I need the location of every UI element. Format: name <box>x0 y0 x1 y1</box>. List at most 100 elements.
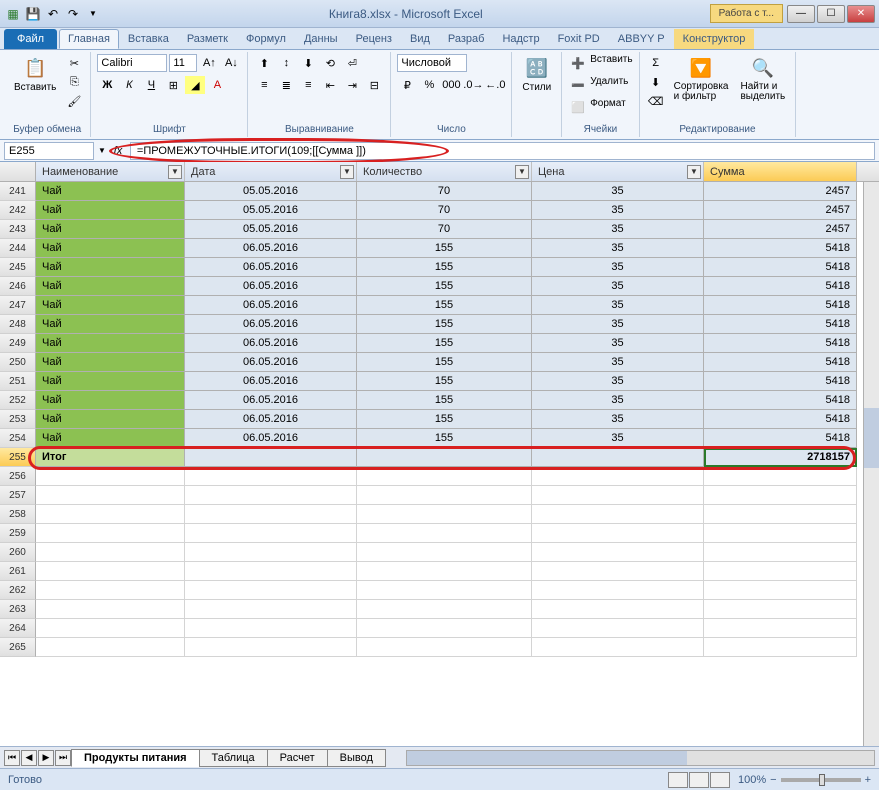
cell[interactable] <box>704 505 857 524</box>
cell-price[interactable]: 35 <box>532 429 704 448</box>
copy-icon[interactable]: ⎘ <box>64 73 84 91</box>
cell-date[interactable]: 05.05.2016 <box>185 182 357 201</box>
cell[interactable] <box>357 562 532 581</box>
cell[interactable] <box>185 543 357 562</box>
row-header[interactable]: 261 <box>0 562 36 581</box>
cell-qty[interactable]: 155 <box>357 315 532 334</box>
border-icon[interactable]: ⊞ <box>163 76 183 94</box>
cell[interactable] <box>185 486 357 505</box>
cell-price[interactable]: 35 <box>532 258 704 277</box>
format-painter-icon[interactable]: 🖌 <box>64 92 84 110</box>
cell-name[interactable]: Чай <box>36 353 185 372</box>
row-header[interactable]: 263 <box>0 600 36 619</box>
cell-name[interactable]: Чай <box>36 296 185 315</box>
cell-date[interactable]: 05.05.2016 <box>185 201 357 220</box>
cell[interactable] <box>185 600 357 619</box>
cell[interactable] <box>357 505 532 524</box>
formula-input[interactable]: =ПРОМЕЖУТОЧНЫЕ.ИТОГИ(109;[[Сумма ]]) <box>130 142 875 160</box>
cell-sum[interactable]: 5418 <box>704 239 857 258</box>
cell-sum[interactable]: 5418 <box>704 410 857 429</box>
cell-date[interactable]: 06.05.2016 <box>185 391 357 410</box>
row-header[interactable]: 248 <box>0 315 36 334</box>
cell[interactable] <box>185 448 357 467</box>
tab-dev[interactable]: Разраб <box>439 29 494 49</box>
tab-addins[interactable]: Надстр <box>493 29 548 49</box>
cell[interactable] <box>357 619 532 638</box>
tab-foxit[interactable]: Foxit PD <box>549 29 609 49</box>
find-select-button[interactable]: 🔍 Найти и выделить <box>736 54 789 104</box>
decrease-font-icon[interactable]: A↓ <box>221 54 241 72</box>
inc-decimal-icon[interactable]: .0→ <box>463 76 483 94</box>
cell[interactable] <box>36 467 185 486</box>
cell[interactable] <box>704 486 857 505</box>
spreadsheet-grid[interactable]: Наименование▼ Дата▼ Количество▼ Цена▼ Су… <box>0 162 879 746</box>
merge-icon[interactable]: ⊟ <box>364 76 384 94</box>
cell-name[interactable]: Чай <box>36 334 185 353</box>
undo-icon[interactable]: ↶ <box>44 5 62 23</box>
cell-sum[interactable]: 5418 <box>704 353 857 372</box>
filter-icon[interactable]: ▼ <box>515 165 529 179</box>
tab-insert[interactable]: Вставка <box>119 29 178 49</box>
cell[interactable] <box>36 581 185 600</box>
comma-icon[interactable]: 000 <box>441 76 461 94</box>
cell-date[interactable]: 06.05.2016 <box>185 258 357 277</box>
row-header[interactable]: 244 <box>0 239 36 258</box>
cell-price[interactable]: 35 <box>532 277 704 296</box>
wrap-text-icon[interactable]: ⏎ <box>342 54 362 72</box>
row-header[interactable]: 247 <box>0 296 36 315</box>
minimize-button[interactable]: — <box>787 5 815 23</box>
cell[interactable] <box>36 600 185 619</box>
row-header[interactable]: 253 <box>0 410 36 429</box>
cell[interactable] <box>185 638 357 657</box>
cell-name[interactable]: Чай <box>36 239 185 258</box>
scrollbar-thumb[interactable] <box>864 408 879 468</box>
cell-name[interactable]: Чай <box>36 429 185 448</box>
normal-view-button[interactable] <box>668 772 688 788</box>
cell[interactable] <box>532 600 704 619</box>
cell-sum[interactable]: 2457 <box>704 201 857 220</box>
align-bottom-icon[interactable]: ⬇ <box>298 54 318 72</box>
cell[interactable] <box>357 448 532 467</box>
cell-qty[interactable]: 70 <box>357 182 532 201</box>
row-header[interactable]: 243 <box>0 220 36 239</box>
cell-qty[interactable]: 155 <box>357 372 532 391</box>
sheet-tab[interactable]: Продукты питания <box>71 749 200 767</box>
number-format-select[interactable] <box>397 54 467 72</box>
increase-font-icon[interactable]: A↑ <box>199 54 219 72</box>
cell[interactable] <box>357 543 532 562</box>
orientation-icon[interactable]: ⟲ <box>320 54 340 72</box>
cell-date[interactable]: 06.05.2016 <box>185 277 357 296</box>
row-header[interactable]: 262 <box>0 581 36 600</box>
maximize-button[interactable]: ☐ <box>817 5 845 23</box>
cell-sum[interactable]: 5418 <box>704 372 857 391</box>
zoom-level[interactable]: 100% <box>738 774 766 786</box>
sheet-tab[interactable]: Таблица <box>199 749 268 767</box>
tab-layout[interactable]: Разметк <box>178 29 237 49</box>
filter-icon[interactable]: ▼ <box>687 165 701 179</box>
column-header-date[interactable]: Дата▼ <box>185 162 357 181</box>
align-top-icon[interactable]: ⬆ <box>254 54 274 72</box>
cell-name[interactable]: Чай <box>36 201 185 220</box>
cell[interactable] <box>357 467 532 486</box>
dec-decimal-icon[interactable]: ←.0 <box>485 76 505 94</box>
cell[interactable] <box>704 543 857 562</box>
cell-sum[interactable]: 5418 <box>704 296 857 315</box>
cell[interactable] <box>357 524 532 543</box>
cell-qty[interactable]: 155 <box>357 239 532 258</box>
tab-view[interactable]: Вид <box>401 29 439 49</box>
row-header[interactable]: 251 <box>0 372 36 391</box>
sheet-tab[interactable]: Вывод <box>327 749 386 767</box>
sort-filter-button[interactable]: 🔽 Сортировка и фильтр <box>670 54 733 104</box>
cell-name[interactable]: Чай <box>36 182 185 201</box>
cell-date[interactable]: 06.05.2016 <box>185 296 357 315</box>
cell-sum[interactable]: 5418 <box>704 391 857 410</box>
cell-price[interactable]: 35 <box>532 353 704 372</box>
cell-date[interactable]: 06.05.2016 <box>185 410 357 429</box>
cell[interactable] <box>704 467 857 486</box>
cell-name[interactable]: Чай <box>36 220 185 239</box>
zoom-out-button[interactable]: − <box>770 774 776 786</box>
align-left-icon[interactable]: ≡ <box>254 76 274 94</box>
cell[interactable] <box>185 562 357 581</box>
format-cell-icon[interactable]: ⬜ <box>568 98 588 116</box>
cell[interactable] <box>185 619 357 638</box>
